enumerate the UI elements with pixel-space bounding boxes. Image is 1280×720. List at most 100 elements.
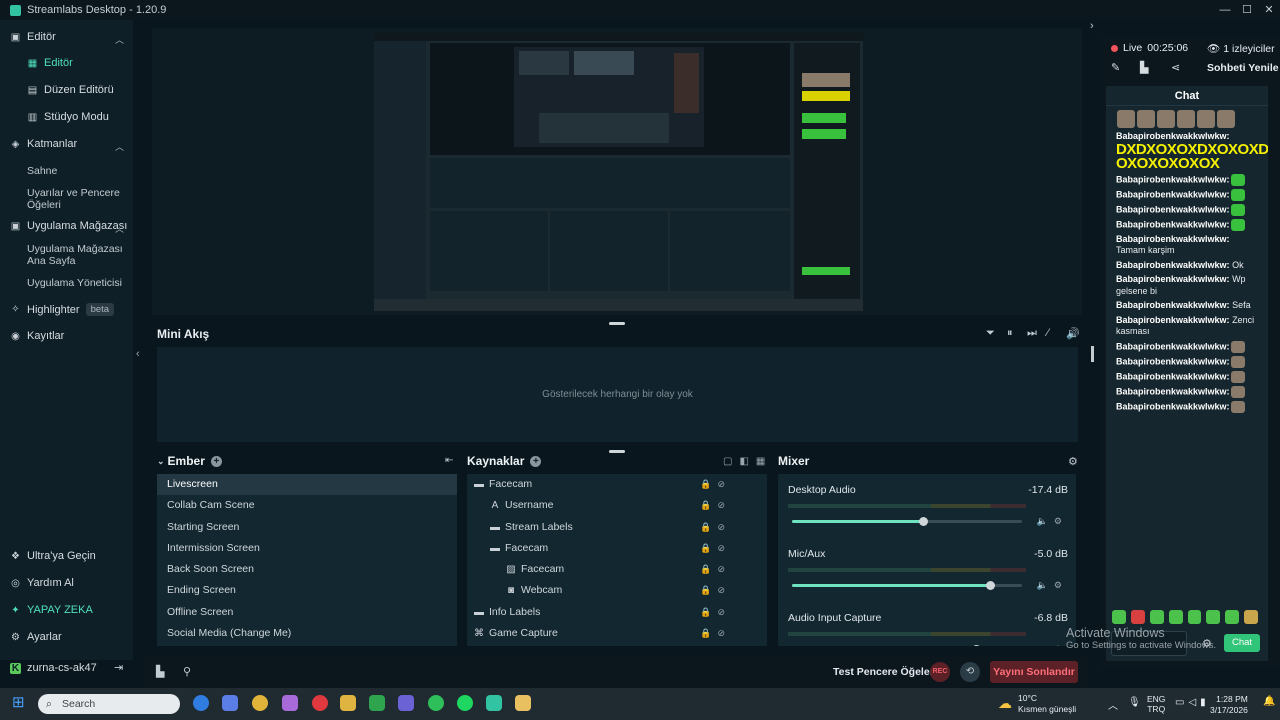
- app-icon[interactable]: [282, 695, 298, 711]
- edge-icon[interactable]: [193, 695, 209, 711]
- sidebar-item-app-store-home[interactable]: Uygulama Mağazası Ana Sayfa: [27, 243, 127, 267]
- pin-icon[interactable]: ⚲: [183, 665, 191, 678]
- volume-knob[interactable]: [919, 517, 929, 526]
- edit-icon[interactable]: ✎: [1111, 61, 1120, 74]
- refresh-chat-button[interactable]: Sohbeti Yenile: [1207, 62, 1279, 74]
- file-explorer-icon[interactable]: [340, 695, 356, 711]
- notification-icon[interactable]: 🔔: [1263, 696, 1275, 707]
- emote-icon[interactable]: [1130, 610, 1145, 624]
- scene-item[interactable]: Starting Screen: [157, 517, 457, 538]
- volume-knob[interactable]: [985, 581, 995, 590]
- chat-username[interactable]: Babapirobenkwakkwlwkw:: [1116, 219, 1230, 229]
- lock-visibility-icon[interactable]: 🔒⊘: [700, 580, 731, 601]
- sidebar-item-scene[interactable]: Sahne: [27, 165, 127, 177]
- sidebar-item-ultra[interactable]: ❖ Ultra'ya Geçin: [10, 550, 96, 562]
- collapse-right-icon[interactable]: ›: [1090, 20, 1094, 32]
- app-icon[interactable]: [515, 695, 531, 711]
- xbox-icon[interactable]: [369, 695, 385, 711]
- source-item[interactable]: ▬ Facecam 🔒⊘: [467, 474, 767, 495]
- copilot-icon[interactable]: [222, 695, 238, 711]
- scrollbar[interactable]: [1091, 346, 1094, 362]
- add-source-icon[interactable]: +: [530, 455, 542, 467]
- skip-icon[interactable]: ⏭: [1027, 327, 1037, 340]
- scene-item[interactable]: Collab Cam Scene: [157, 495, 457, 516]
- close-icon[interactable]: ✕: [1258, 2, 1280, 18]
- chat-username[interactable]: Babapirobenkwakkwlwkw:: [1116, 260, 1230, 270]
- scene-item[interactable]: Intermission Screen: [157, 538, 457, 559]
- network-volume-battery-icon[interactable]: ▭◁▮: [1175, 697, 1210, 708]
- minimize-icon[interactable]: —: [1214, 2, 1236, 18]
- streamlabs-icon[interactable]: [486, 695, 502, 711]
- end-stream-button[interactable]: Yayını Sonlandır: [990, 661, 1078, 683]
- emote-icon[interactable]: [1206, 610, 1221, 624]
- lock-visibility-icon[interactable]: 🔒⊘: [700, 474, 731, 495]
- scene-transition-icon[interactable]: ⇤: [445, 455, 453, 466]
- scene-item[interactable]: Offline Screen: [157, 602, 457, 623]
- volume-slider[interactable]: [792, 581, 1022, 590]
- record-button[interactable]: REC: [930, 662, 950, 682]
- user-account[interactable]: K zurna-cs-ak47: [10, 662, 97, 674]
- chat-username[interactable]: Babapirobenkwakkwlwkw:: [1116, 274, 1230, 284]
- source-item[interactable]: ▬ Info Labels 🔒⊘: [467, 602, 767, 623]
- sidebar-item-editor[interactable]: ▦ Editör: [27, 57, 73, 69]
- mute-alerts-icon[interactable]: ⁄: [1047, 327, 1049, 339]
- chat-username[interactable]: Babapirobenkwakkwlwkw:: [1116, 341, 1230, 351]
- chrome-icon[interactable]: [252, 695, 268, 711]
- test-widgets-button[interactable]: Test Pencere Öğeleri: [833, 666, 937, 678]
- sidebar-item-studio-mode[interactable]: ▥ Stüdyo Modu: [27, 111, 109, 123]
- source-item[interactable]: A Username 🔒⊘: [467, 495, 767, 516]
- sidebar-item-recordings[interactable]: ◉ Kayıtlar: [10, 330, 64, 342]
- sidebar-item-app-manager[interactable]: Uygulama Yöneticisi: [27, 277, 127, 289]
- collapse-left-icon[interactable]: ‹: [136, 348, 140, 360]
- resize-handle[interactable]: [609, 450, 625, 453]
- mute-settings-icon[interactable]: 🔈⚙: [1037, 516, 1068, 527]
- scene-item[interactable]: Back Soon Screen: [157, 559, 457, 580]
- replay-buffer-button[interactable]: ⟲: [960, 662, 980, 682]
- emote-icon[interactable]: [1149, 610, 1164, 624]
- sidebar-item-ai[interactable]: ✦ YAPAY ZEKA: [10, 604, 93, 616]
- source-item[interactable]: ◙ Webcam 🔒⊘: [467, 580, 767, 601]
- chat-username[interactable]: Babapirobenkwakkwlwkw:: [1116, 234, 1230, 244]
- gear-icon[interactable]: ⚙: [1068, 455, 1078, 468]
- sidebar-section-layers[interactable]: ◈ Katmanlar: [10, 138, 78, 150]
- opera-icon[interactable]: [312, 695, 328, 711]
- clock[interactable]: 1:28 PM 3/17/2026: [1210, 694, 1248, 716]
- chat-username[interactable]: Babapirobenkwakkwlwkw:: [1116, 356, 1230, 366]
- mute-settings-icon[interactable]: 🔈⚙: [1037, 580, 1068, 591]
- chat-username[interactable]: Babapirobenkwakkwlwkw:: [1116, 401, 1230, 411]
- lock-visibility-icon[interactable]: 🔒⊘: [700, 538, 731, 559]
- chat-username[interactable]: Babapirobenkwakkwlwkw:: [1116, 189, 1230, 199]
- source-item[interactable]: ⌘ Game Capture 🔒⊘: [467, 623, 767, 644]
- source-item[interactable]: ▨ Facecam 🔒⊘: [467, 559, 767, 580]
- microphone-icon[interactable]: 🎙: [1128, 697, 1141, 708]
- lock-visibility-icon[interactable]: 🔒⊘: [700, 559, 731, 580]
- emote-icon[interactable]: [1225, 610, 1240, 624]
- spotify-icon[interactable]: [457, 695, 473, 711]
- building-icon[interactable]: ▙: [1140, 61, 1148, 74]
- volume-icon[interactable]: 🔊: [1066, 327, 1080, 340]
- chat-username[interactable]: Babapirobenkwakkwlwkw:: [1116, 386, 1230, 396]
- chevron-up-icon[interactable]: ︿: [1108, 697, 1118, 712]
- pause-icon[interactable]: ⏸: [1007, 327, 1013, 340]
- emote-icon[interactable]: [1112, 610, 1126, 624]
- chevron-down-icon[interactable]: ⌄: [157, 456, 165, 467]
- sidebar-section-app-store[interactable]: ▣ Uygulama Mağazası: [10, 220, 128, 232]
- chat-username[interactable]: Babapirobenkwakkwlwkw:: [1116, 174, 1230, 184]
- taskbar-search[interactable]: ⌕ Search: [38, 694, 180, 714]
- chat-username[interactable]: Babapirobenkwakkwlwkw:: [1116, 300, 1230, 310]
- chat-username[interactable]: Babapirobenkwakkwlwkw:: [1116, 315, 1230, 325]
- emote-icon[interactable]: [1168, 610, 1183, 624]
- stats-icon[interactable]: ▙: [156, 665, 164, 678]
- weather-widget[interactable]: 10°C Kısmen güneşli: [1018, 693, 1076, 715]
- chat-send-button[interactable]: Chat: [1224, 634, 1260, 652]
- filter-icon[interactable]: ⏷: [986, 327, 995, 340]
- weather-icon[interactable]: ☁: [998, 695, 1012, 712]
- sidebar-section-editor[interactable]: ▣ Editör: [10, 31, 56, 43]
- scene-item[interactable]: Social Media (Change Me): [157, 623, 457, 644]
- source-item[interactable]: ▬ Facecam 🔒⊘: [467, 538, 767, 559]
- emote-icon[interactable]: [1187, 610, 1202, 624]
- mute-settings-icon[interactable]: 🔈⚙: [1037, 644, 1068, 646]
- lock-visibility-icon[interactable]: 🔒⊘: [700, 495, 731, 516]
- chat-username[interactable]: Babapirobenkwakkwlwkw:: [1116, 131, 1230, 141]
- chat-username[interactable]: Babapirobenkwakkwlwkw:: [1116, 371, 1230, 381]
